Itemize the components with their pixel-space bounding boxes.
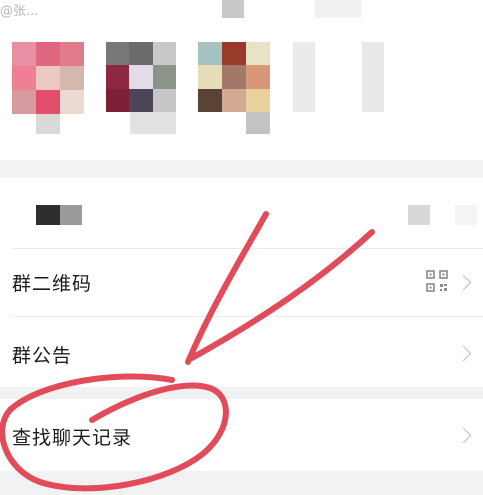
qr-code-icon bbox=[426, 270, 448, 292]
member-avatar[interactable] bbox=[198, 42, 270, 112]
remove-member-button[interactable] bbox=[362, 42, 384, 112]
group-announcement-label: 群公告 bbox=[12, 345, 73, 367]
group-announcement-row[interactable]: 群公告 bbox=[0, 317, 483, 387]
add-member-button[interactable] bbox=[293, 42, 315, 112]
search-chat-history-row[interactable]: 查找聊天记录 bbox=[0, 399, 483, 471]
group-qr-code-row[interactable]: 群二维码 bbox=[0, 249, 483, 315]
group-qr-code-label: 群二维码 bbox=[12, 273, 93, 295]
section-gap bbox=[0, 160, 483, 178]
section-gap bbox=[0, 471, 483, 495]
member-avatar[interactable] bbox=[12, 42, 84, 114]
chevron-right-icon bbox=[455, 345, 472, 362]
blurred-element bbox=[222, 0, 244, 18]
member-name-blur bbox=[130, 112, 176, 134]
section-gap bbox=[0, 387, 483, 399]
member-name-blur bbox=[36, 114, 60, 134]
blurred-element bbox=[315, 0, 361, 18]
group-name-row[interactable] bbox=[0, 178, 483, 248]
chevron-right-icon bbox=[455, 427, 472, 444]
chevron-right-icon bbox=[455, 274, 472, 291]
member-name-label: @张... bbox=[0, 4, 39, 19]
member-name-blur bbox=[246, 112, 270, 134]
member-avatar[interactable] bbox=[106, 42, 176, 112]
search-chat-history-label: 查找聊天记录 bbox=[12, 427, 133, 449]
